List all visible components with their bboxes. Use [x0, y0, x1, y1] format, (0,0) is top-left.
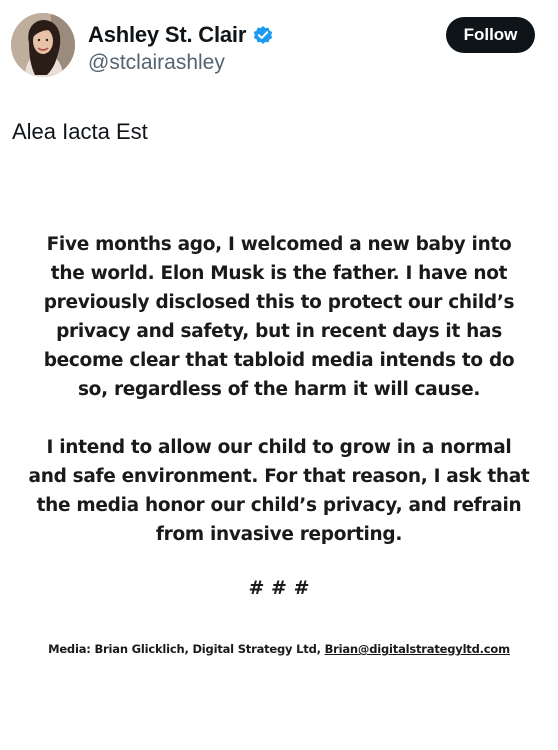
name-row: Ashley St. Clair: [88, 21, 274, 49]
statement-separator: # # #: [248, 577, 310, 599]
statement-line: privacy and safety, but in recent days i…: [56, 321, 502, 342]
media-contact-label: Media: Brian Glicklich, Digital Strategy…: [48, 642, 325, 656]
statement-line: from invasive reporting.: [155, 524, 403, 545]
statement-line: the world. Elon Musk is the father. I ha…: [50, 263, 508, 284]
statement-image: Five months ago, I welcomed a new baby i…: [0, 230, 558, 603]
statement-line: Five months ago, I welcomed a new baby i…: [46, 234, 512, 255]
avatar[interactable]: [11, 13, 75, 77]
tweet-header: Ashley St. Clair @stclairashley Follow: [0, 0, 558, 95]
user-handle[interactable]: @stclairashley: [88, 50, 225, 76]
statement-line: so, regardless of the harm it will cause…: [77, 379, 481, 400]
statement-line: the media honor our child’s privacy, and…: [36, 495, 522, 516]
verified-badge-icon: [252, 25, 274, 47]
statement-line: I intend to allow our child to grow in a…: [46, 437, 512, 458]
media-contact: Media: Brian Glicklich, Digital Strategy…: [0, 640, 558, 658]
statement-line: and safe environment. For that reason, I…: [28, 466, 530, 487]
tweet-text: Alea Iacta Est: [12, 119, 148, 144]
statement-line: previously disclosed this to protect our…: [43, 292, 515, 313]
profile-photo-icon: [11, 13, 75, 77]
statement-paragraph-1: Five months ago, I welcomed a new baby i…: [0, 230, 558, 404]
follow-button[interactable]: Follow: [446, 17, 535, 53]
statement-line: become clear that tabloid media intends …: [43, 350, 515, 371]
statement-paragraph-2: I intend to allow our child to grow in a…: [0, 433, 558, 549]
media-email-link[interactable]: Brian@digitalstrategyltd.com: [325, 642, 511, 656]
display-name[interactable]: Ashley St. Clair: [88, 21, 246, 49]
